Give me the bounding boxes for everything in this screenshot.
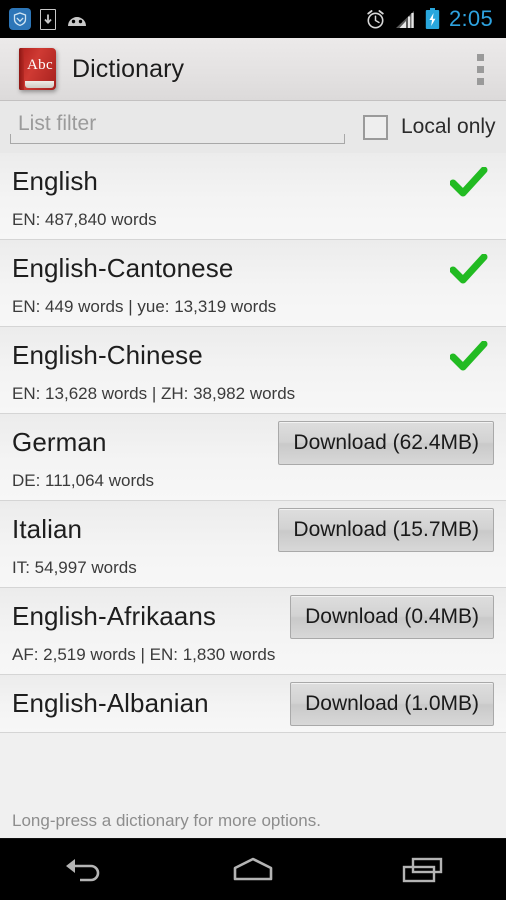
list-item-main: English-Chinese [12,327,494,384]
status-bar: 2:05 [0,0,506,38]
list-item[interactable]: English-Afrikaans Download (0.4MB) AF: 2,5… [0,588,506,675]
dictionary-word-counts: IT: 54,997 words [12,558,137,577]
list-item-main: English-Cantonese [12,240,494,297]
dictionary-name: English-Albanian [12,688,209,718]
installed-check-icon [449,340,488,371]
list-item[interactable]: Italian Download (15.7MB) IT: 54,997 words [0,501,506,588]
download-button[interactable]: Download (0.4MB) [290,594,494,639]
back-button[interactable] [29,839,139,900]
dictionary-word-counts: DE: 111,064 words [12,471,155,490]
status-bar-system-icons: 2:05 [365,6,497,32]
shield-app-icon [9,8,31,30]
list-item-main: German Download (62.4MB) [12,414,494,471]
list-item-action [440,253,494,284]
footer-hint: Long-press a dictionary for more options… [0,804,506,838]
dictionary-list[interactable]: English EN: 487,840 words English-Cantones… [0,153,506,804]
list-item-action: Download (62.4MB) [268,420,494,465]
list-item-action [440,340,494,371]
app-icon-label: Abc [27,57,53,73]
download-button[interactable]: Download (62.4MB) [278,420,494,465]
dictionary-name: English-Afrikaans [12,601,217,631]
android-navigation-bar [0,838,506,900]
list-item-main: Italian Download (15.7MB) [12,501,494,558]
dictionary-name: Italian [12,514,83,544]
local-only-label: Local only [401,115,496,138]
local-only-checkbox-row[interactable]: Local only [363,114,496,140]
page-title: Dictionary [72,54,185,83]
download-button[interactable]: Download (15.7MB) [278,507,494,552]
installed-check-icon [449,166,488,197]
dictionary-word-counts: AF: 2,519 words | EN: 1,830 words [12,645,276,664]
download-button[interactable]: Download (1.0MB) [290,681,494,726]
status-bar-notification-icons [9,8,89,30]
dictionary-name: English-Cantonese [12,253,234,283]
list-item[interactable]: German Download (62.4MB) DE: 111,064 words [0,414,506,501]
list-item[interactable]: English EN: 487,840 words [0,153,506,240]
recent-apps-button[interactable] [367,839,477,900]
app-icon-dictionary-book: Abc [16,47,60,91]
dictionary-word-counts: EN: 487,840 words [12,210,157,229]
list-item[interactable]: English-Chinese EN: 13,628 words | ZH: 38… [0,327,506,414]
list-item-action [440,166,494,197]
input-underline [10,134,345,144]
home-button[interactable] [198,839,308,900]
dictionary-word-counts: EN: 13,628 words | ZH: 38,982 words [12,384,296,403]
list-item[interactable]: English-Cantonese EN: 449 words | yue: 13… [0,240,506,327]
installed-check-icon [449,253,488,284]
download-icon [40,8,56,30]
phone-screen: 2:05 Abc Dictionary Local only English EN… [0,0,506,900]
alarm-icon [365,9,386,30]
list-item-main: English [12,153,494,210]
list-item[interactable]: English-Albanian Download (1.0MB) [0,675,506,733]
list-item-action: Download (0.4MB) [280,594,494,639]
dictionary-word-counts: EN: 449 words | yue: 13,319 words [12,297,277,316]
list-item-main: English-Afrikaans Download (0.4MB) [12,588,494,645]
list-item-main: English-Albanian Download (1.0MB) [12,675,494,732]
local-only-checkbox[interactable] [363,114,388,140]
action-bar: Abc Dictionary [0,38,506,101]
list-item-action: Download (15.7MB) [268,507,494,552]
dictionary-name: English-Chinese [12,340,203,370]
dictionary-name: English [12,166,98,196]
list-filter-field[interactable] [10,110,345,144]
dictionary-name: German [12,427,107,457]
overflow-menu-icon[interactable] [457,44,494,95]
filter-bar: Local only [0,101,506,158]
battery-charging-icon [425,8,440,30]
signal-bars-icon [395,10,416,29]
android-head-icon [65,10,89,28]
list-item-action: Download (1.0MB) [280,681,494,726]
status-bar-clock: 2:05 [448,6,493,31]
